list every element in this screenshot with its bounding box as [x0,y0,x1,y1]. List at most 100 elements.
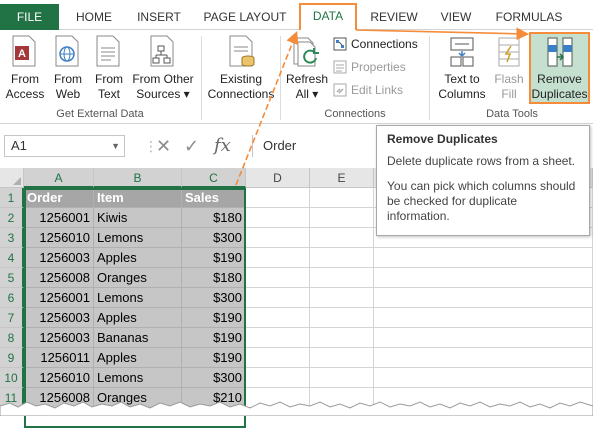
table-cell[interactable]: Apples [94,308,182,328]
empty-cell[interactable] [310,248,374,268]
empty-cell[interactable] [310,208,374,228]
table-cell[interactable]: 1256010 [24,368,94,388]
tab-home[interactable]: HOME [65,4,123,30]
cancel-icon[interactable]: ✕ [156,135,171,157]
column-header-b[interactable]: B [94,168,182,188]
existing-connections-button[interactable]: Existing Connections [205,34,277,102]
empty-cell[interactable] [310,328,374,348]
text-to-columns-button[interactable]: Text to Columns [434,34,490,102]
table-cell[interactable]: 1256003 [24,308,94,328]
table-cell[interactable]: 1256001 [24,208,94,228]
table-cell[interactable]: 1256010 [24,228,94,248]
column-header-d[interactable]: D [246,168,310,188]
table-cell[interactable]: $190 [182,348,246,368]
from-web-button[interactable]: From Web [50,34,86,102]
from-access-button[interactable]: A From Access [4,34,46,102]
row-header-10[interactable]: 10 [0,368,24,388]
table-cell[interactable]: Oranges [94,388,182,408]
table-cell[interactable]: $300 [182,228,246,248]
chevron-down-icon[interactable]: ▼ [111,136,120,156]
table-cell[interactable]: 1256003 [24,248,94,268]
empty-cell[interactable] [246,308,310,328]
empty-cell[interactable] [246,368,310,388]
refresh-all-button[interactable]: Refresh All ▾ [284,34,330,102]
tab-formulas[interactable]: FORMULAS [488,4,570,30]
table-cell[interactable]: Apples [94,248,182,268]
empty-cell[interactable] [310,268,374,288]
empty-cell[interactable] [310,228,374,248]
column-header-e[interactable]: E [310,168,374,188]
row-header-8[interactable]: 8 [0,328,24,348]
table-cell[interactable]: Oranges [94,268,182,288]
empty-cell[interactable] [246,288,310,308]
column-header-a[interactable]: A [24,168,94,188]
insert-function-icon[interactable]: fx [214,135,231,157]
table-cell[interactable]: Lemons [94,228,182,248]
tab-page-layout[interactable]: PAGE LAYOUT [197,4,293,30]
empty-cell[interactable] [310,348,374,368]
table-cell[interactable]: Kiwis [94,208,182,228]
column-header-c[interactable]: C [182,168,246,188]
table-cell[interactable]: Bananas [94,328,182,348]
empty-cell[interactable] [310,368,374,388]
table-cell[interactable]: 1256008 [24,268,94,288]
table-cell[interactable]: $190 [182,308,246,328]
row-header-9[interactable]: 9 [0,348,24,368]
row-header-11[interactable]: 11 [0,388,24,408]
table-cell[interactable]: $300 [182,288,246,308]
empty-cell[interactable] [246,348,310,368]
table-cell[interactable]: $180 [182,268,246,288]
table-cell[interactable]: 1256003 [24,328,94,348]
table-cell[interactable]: Apples [94,348,182,368]
header-cell[interactable]: Item [94,188,182,208]
tab-data[interactable]: DATA [299,3,357,30]
properties-button[interactable]: Properties [333,57,406,77]
table-cell[interactable]: 1256001 [24,288,94,308]
edit-links-button[interactable]: Edit Links [333,80,403,100]
enter-check-icon[interactable]: ✓ [184,135,199,157]
empty-cell[interactable] [246,388,310,408]
header-cell[interactable]: Order [24,188,94,208]
table-cell[interactable]: $210 [182,388,246,408]
empty-cell[interactable] [246,208,310,228]
tab-insert[interactable]: INSERT [128,4,190,30]
row-header-2[interactable]: 2 [0,208,24,228]
table-cell[interactable]: 1256008 [24,388,94,408]
name-box[interactable]: A1 ▼ [4,135,125,157]
empty-cell[interactable] [246,228,310,248]
empty-cell[interactable] [246,248,310,268]
remove-duplicates-button[interactable]: Remove Duplicates [529,32,590,104]
empty-cell[interactable] [246,268,310,288]
header-cell[interactable]: Sales [182,188,246,208]
from-other-sources-button[interactable]: From Other Sources ▾ [130,34,196,102]
empty-cell[interactable] [374,388,593,408]
tab-review[interactable]: REVIEW [364,4,424,30]
row-header-4[interactable]: 4 [0,248,24,268]
row-header-1[interactable]: 1 [0,188,24,208]
empty-cell[interactable] [310,288,374,308]
from-text-button[interactable]: From Text [90,34,128,102]
tab-view[interactable]: VIEW [430,4,482,30]
connections-button[interactable]: Connections [333,34,418,54]
row-header-6[interactable]: 6 [0,288,24,308]
empty-cell[interactable] [374,348,593,368]
empty-cell[interactable] [310,188,374,208]
table-cell[interactable]: Lemons [94,288,182,308]
table-cell[interactable]: $300 [182,368,246,388]
row-header-7[interactable]: 7 [0,308,24,328]
tab-file[interactable]: FILE [0,4,59,30]
empty-cell[interactable] [310,308,374,328]
empty-cell[interactable] [246,188,310,208]
table-cell[interactable]: $190 [182,328,246,348]
table-cell[interactable]: $190 [182,248,246,268]
table-cell[interactable]: 1256011 [24,348,94,368]
empty-cell[interactable] [246,328,310,348]
empty-cell[interactable] [374,328,593,348]
empty-cell[interactable] [374,368,593,388]
empty-cell[interactable] [310,388,374,408]
empty-cell[interactable] [374,308,593,328]
row-header-5[interactable]: 5 [0,268,24,288]
row-header-3[interactable]: 3 [0,228,24,248]
empty-cell[interactable] [374,288,593,308]
empty-cell[interactable] [374,268,593,288]
